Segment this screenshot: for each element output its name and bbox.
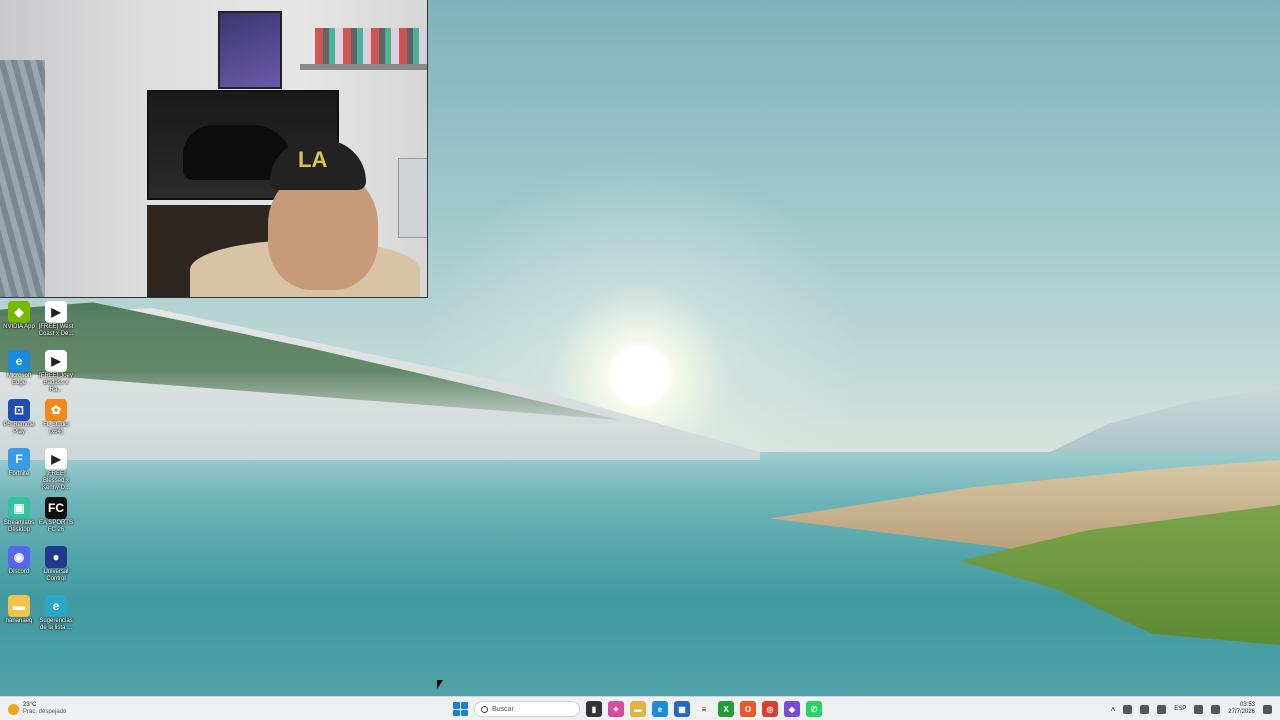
desktop-icon-label: PS Remote Play [3,422,35,435]
mouse-cursor-icon [437,680,443,689]
desktop-icon-sugerencias[interactable]: e Sugerencias de la lista ... [37,592,75,640]
taskbar-file-explorer-icon[interactable]: ▬ [630,701,646,717]
desktop-icon-label: Streamlabs Desktop [3,520,35,533]
weather-text: 23°C Prac. despejado [23,702,66,716]
microsoft-edge-icon: e [8,350,30,372]
webcam-pc-tower [398,158,427,238]
desktop-icon-nvidia-app[interactable]: ◆ NVIDIA App [0,298,38,346]
webcam-poster [218,11,282,89]
cloud-icon[interactable] [1140,704,1150,714]
taskbar-chrome-icon[interactable]: ◎ [762,701,778,717]
ps-remote-play-icon: ⊡ [8,399,30,421]
search-icon [481,705,488,713]
fl-studio-icon: ✿ [45,399,67,421]
free-bossa-icon: ▶ [45,350,67,372]
taskbar-copilot-icon[interactable]: ✦ [608,701,624,717]
system-tray: ˄ ESP 03:53 27/7/2026 [1111,700,1272,718]
nvidia-app-icon: ◆ [8,301,30,323]
weather-widget[interactable]: 23°C Prac. despejado [8,700,66,718]
desktop-icon-label: [FREE] West Coast x De... [38,324,74,337]
network-icon[interactable] [1123,704,1133,714]
weather-sun-icon [8,703,19,715]
desktop-icon-free-blessed[interactable]: ▶ [FREE] Blessed x Kenny D... [37,445,75,493]
taskbar-messenger-icon[interactable]: ◆ [784,701,800,717]
discord-icon: ◉ [8,546,30,568]
taskbar-store-icon[interactable]: ▦ [674,701,690,717]
chevron-up-icon[interactable]: ˄ [1111,705,1116,714]
desktop-icon-fl-studio[interactable]: ✿ FL Studio (x64) [37,396,75,444]
desktop-icon-fortnite[interactable]: F Fortnite [0,445,38,493]
desktop-icon-free-west-coast[interactable]: ▶ [FREE] West Coast x De... [37,298,75,346]
desktop-icon-label: Discord [8,569,30,575]
ea-sports-fc-icon: FC [45,497,67,519]
desktop-icon-streamlabs[interactable]: ▣ Streamlabs Desktop [0,494,38,542]
clock-time: 03:53 [1239,702,1255,708]
search-placeholder: Buscar [492,705,514,713]
desktop-icon-label: nananaeq [5,618,33,624]
taskbar-center: Buscar ▮ ✦ ▬ e ▦ ≡ X O ◎ ◆ ✆ [452,700,822,718]
webcam-figurines [315,28,427,64]
desktop-icon-microsoft-edge[interactable]: e Microsoft Edge [0,347,38,395]
desktop-icon-label: EA SPORTS FC 26 [39,520,73,533]
notification-icon[interactable] [1263,704,1272,714]
desktop-icon-label: Microsoft Edge [6,373,32,386]
desktop-icon-label: [FREE] Blessed x Kenny D... [41,471,70,491]
webcam-curtain [0,60,45,297]
taskbar-clock[interactable]: 03:53 27/7/2026 [1228,702,1255,716]
desktop-icon-discord[interactable]: ◉ Discord [0,543,38,591]
taskbar-xbox-icon[interactable]: X [718,701,734,717]
desktop-icon-ea-sports-fc[interactable]: FC EA SPORTS FC 26 [37,494,75,542]
wifi-icon[interactable] [1194,704,1204,714]
sugerencias-icon: e [45,595,67,617]
taskbar-edge-icon[interactable]: e [652,701,668,717]
desktop-icon-label: [FREE] Joey Badass x Ra... [39,373,73,393]
start-button[interactable] [452,701,468,717]
desktop-icon-label: Sugerencias de la lista ... [39,618,73,631]
desktop-icon-label: FL Studio (x64) [43,422,69,435]
webcam-cap-logo: LA [298,147,328,172]
taskbar: 23°C Prac. despejado Buscar ▮ ✦ ▬ e ▦ ≡ X O ◎ ◆ ✆ … [0,696,1280,720]
webcam-shelf [300,64,427,70]
free-west-coast-icon: ▶ [45,301,67,323]
windows-logo-pane [453,702,460,709]
universal-control-icon: ● [45,546,67,568]
windows-logo-pane [461,709,468,716]
weather-desc: Prac. despejado [23,709,67,715]
taskbar-office-icon[interactable]: O [740,701,756,717]
desktop-icon-label: NVIDIA App [3,324,35,330]
windows-logo-pane [453,709,460,716]
nananana-folder-icon: ▬ [8,595,30,617]
desktop-icon-free-bossa[interactable]: ▶ [FREE] Joey Badass x Ra... [37,347,75,395]
fortnite-icon: F [8,448,30,470]
desktop-icon-nananana-folder[interactable]: ▬ nananaeq [0,592,38,640]
usb-icon[interactable] [1157,704,1167,714]
language-indicator[interactable]: ESP [1174,706,1186,712]
weather-temp: 23°C [23,702,37,708]
desktop-icon-label: Universal Control [43,569,69,582]
volume-icon[interactable] [1211,704,1221,714]
taskbar-notepad-icon[interactable]: ≡ [696,701,712,717]
streamlabs-icon: ▣ [8,497,30,519]
desktop-icon-universal-control[interactable]: ● Universal Control [37,543,75,591]
webcam-overlay: LA [0,0,428,298]
clock-date: 27/7/2026 [1228,709,1255,715]
taskbar-search-box[interactable]: Buscar [474,701,580,717]
taskbar-task-view-icon[interactable]: ▮ [586,701,602,717]
taskbar-whatsapp-icon[interactable]: ✆ [806,701,822,717]
desktop-icon-ps-remote-play[interactable]: ⊡ PS Remote Play [0,396,38,444]
desktop-icon-label: Fortnite [8,471,30,477]
windows-logo-pane [461,702,468,709]
free-blessed-icon: ▶ [45,448,67,470]
